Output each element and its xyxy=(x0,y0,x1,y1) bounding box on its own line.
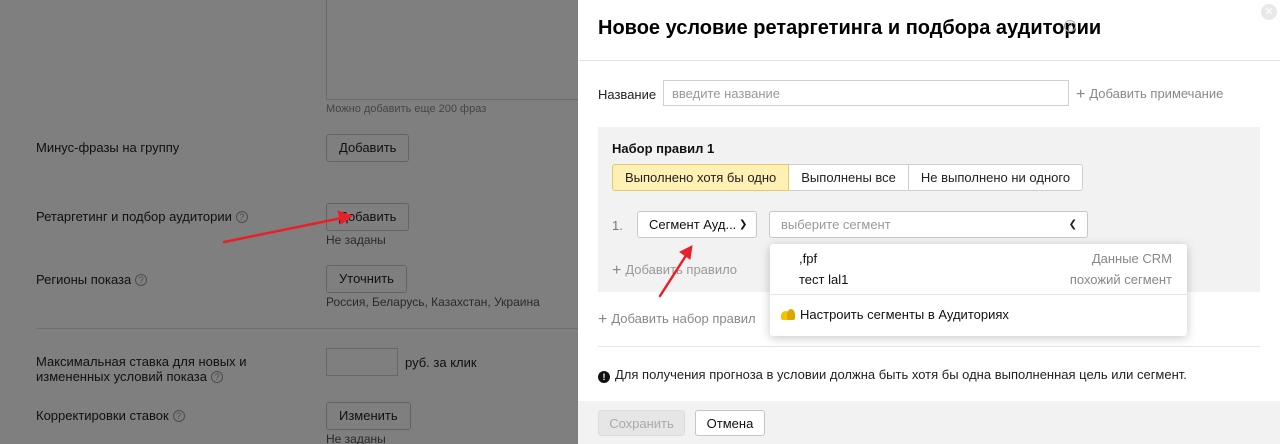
ruleset-title: Набор правил 1 xyxy=(612,141,715,156)
segment-option-type: Данные CRM xyxy=(1091,251,1172,266)
plus-icon: + xyxy=(1076,86,1086,103)
retargeting-condition-modal: Новое условие ретаргетинга и подбора ауд… xyxy=(578,0,1280,444)
mode-none-button[interactable]: Не выполнено ни одного xyxy=(907,164,1084,191)
configure-segments-label: Настроить сегменты в Аудиториях xyxy=(800,307,1009,322)
add-ruleset-label: Добавить набор правил xyxy=(611,311,756,326)
close-icon[interactable]: ✕ xyxy=(1261,4,1277,20)
add-ruleset-link[interactable]: + Добавить набор правил xyxy=(598,311,756,329)
add-note-label: Добавить примечание xyxy=(1089,86,1224,101)
content-divider xyxy=(598,346,1260,347)
mode-at-least-one-button[interactable]: Выполнено хотя бы одно xyxy=(612,164,790,191)
plus-icon: + xyxy=(598,311,608,328)
help-icon[interactable]: ? xyxy=(1064,20,1076,32)
add-note-link[interactable]: + Добавить примечание xyxy=(1076,86,1223,104)
forecast-info: ! Для получения прогноза в условии должна… xyxy=(598,367,1187,383)
add-rule-label: Добавить правило xyxy=(625,262,738,277)
rule-number: 1. xyxy=(612,218,623,233)
forecast-info-text: Для получения прогноза в условии должна … xyxy=(615,367,1187,382)
audiences-icon xyxy=(781,309,795,320)
segment-option[interactable]: тест lal1 похожий сегмент xyxy=(770,269,1187,290)
info-icon: ! xyxy=(598,371,610,383)
modal-title: Новое условие ретаргетинга и подбора ауд… xyxy=(598,17,1102,39)
dropdown-divider xyxy=(770,294,1187,295)
segment-option-type: похожий сегмент xyxy=(1069,272,1172,287)
rule-type-value: Сегмент Ауд... xyxy=(649,217,737,232)
modal-footer: Сохранить Отмена xyxy=(578,401,1280,444)
name-label: Название xyxy=(598,87,657,102)
segment-option-name: ,fpf xyxy=(799,251,818,266)
chevron-down-icon: ❯ xyxy=(739,219,748,230)
segment-placeholder: выберите сегмент xyxy=(781,217,891,232)
mode-all-button[interactable]: Выполнены все xyxy=(788,164,909,191)
header-divider xyxy=(578,60,1280,61)
name-input[interactable] xyxy=(663,80,1069,106)
segment-dropdown: ,fpf Данные CRM тест lal1 похожий сегмен… xyxy=(770,244,1187,336)
rule-type-select[interactable]: Сегмент Ауд... ❯ xyxy=(637,211,757,238)
ruleset-mode-toggle: Выполнено хотя бы одно Выполнены все Не … xyxy=(612,164,1084,191)
plus-icon: + xyxy=(612,262,622,279)
add-rule-link[interactable]: + Добавить правило xyxy=(612,262,737,280)
chevron-up-icon: ❮ xyxy=(1068,219,1077,230)
segment-select[interactable]: выберите сегмент ❮ xyxy=(769,211,1088,238)
cancel-button[interactable]: Отмена xyxy=(695,410,765,436)
segment-option[interactable]: ,fpf Данные CRM xyxy=(770,248,1187,269)
segment-option-name: тест lal1 xyxy=(799,272,849,287)
save-button[interactable]: Сохранить xyxy=(598,410,685,436)
configure-segments-link[interactable]: Настроить сегменты в Аудиториях xyxy=(781,307,1009,322)
